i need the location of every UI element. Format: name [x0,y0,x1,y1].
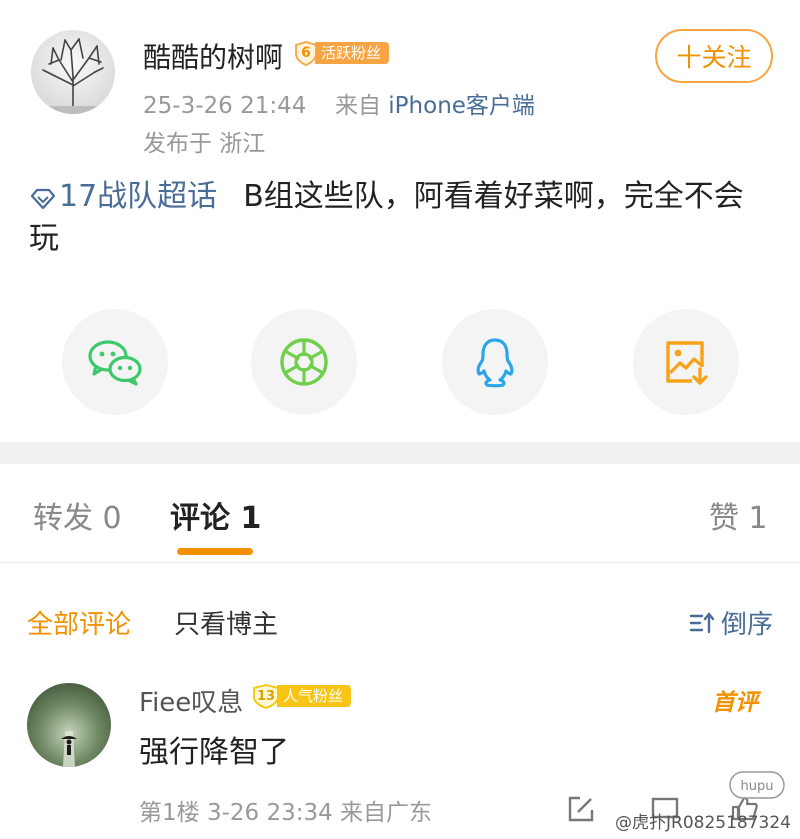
post-meta: 25-3-26 21:44 来自 iPhone客户端 [143,86,535,120]
follow-button[interactable]: 十关注 [655,29,773,83]
save-image-icon [666,341,708,385]
topic-link[interactable]: 17战队超话 [29,179,217,214]
poster-avatar[interactable] [31,30,115,114]
tab-comments[interactable]: 评论 1 [170,493,261,537]
super-topic-diamond-icon [30,188,56,210]
wechat-icon [88,340,142,386]
svg-text:hupu: hupu [741,779,774,794]
share-qq-button[interactable] [442,309,548,415]
save-image-button[interactable] [633,309,739,415]
share-moments-button[interactable] [251,309,357,415]
tab-likes[interactable]: 赞 1 [709,493,768,537]
fan-level-badge: 6 活跃粉丝 [293,40,390,66]
filter-all-comments[interactable]: 全部评论 [27,604,131,641]
commenter-fan-badge: 13 人气粉丝 [251,683,352,709]
moments-icon [280,338,328,386]
first-comment-badge: 首评 [712,690,758,716]
tab-repost[interactable]: 转发 0 [33,493,122,537]
post-source-link[interactable]: iPhone客户端 [388,93,535,119]
fan-level-shield-icon: 13 [251,683,281,709]
post-location: 发布于 浙江 [143,131,266,157]
filter-owner-only[interactable]: 只看博主 [174,604,278,641]
post-source-prefix: 来自 [334,93,381,119]
active-tab-indicator [177,548,253,555]
fan-level-shield-icon: 6 [293,40,319,66]
comment-reply-button[interactable] [566,794,596,828]
post-body: 17战队超话 B组这些队，阿看着好菜啊，完全不会玩 [29,176,759,260]
commenter-fan-badge-label: 人气粉丝 [277,685,352,707]
share-wechat-button[interactable] [62,309,168,415]
comment-text: 强行降智了 [139,735,289,770]
hupu-logo-watermark: hupu [728,770,786,800]
sort-icon [689,611,715,633]
qq-icon [476,338,514,388]
post-time: 25-3-26 21:44 [143,93,307,119]
watermark-text: @虎扑JR0825187324 [615,813,791,833]
comment-meta: 第1楼 3-26 23:34 来自广东 [139,800,433,826]
commenter-username[interactable]: Fiee叹息 [139,682,243,719]
section-divider [0,442,800,464]
poster-username[interactable]: 酷酷的树啊 [143,36,283,76]
tab-bar-divider [0,562,800,563]
fan-badge-label: 活跃粉丝 [315,42,390,64]
edit-icon [568,796,594,822]
sort-toggle[interactable]: 倒序 [689,604,773,641]
commenter-avatar[interactable] [27,683,111,767]
